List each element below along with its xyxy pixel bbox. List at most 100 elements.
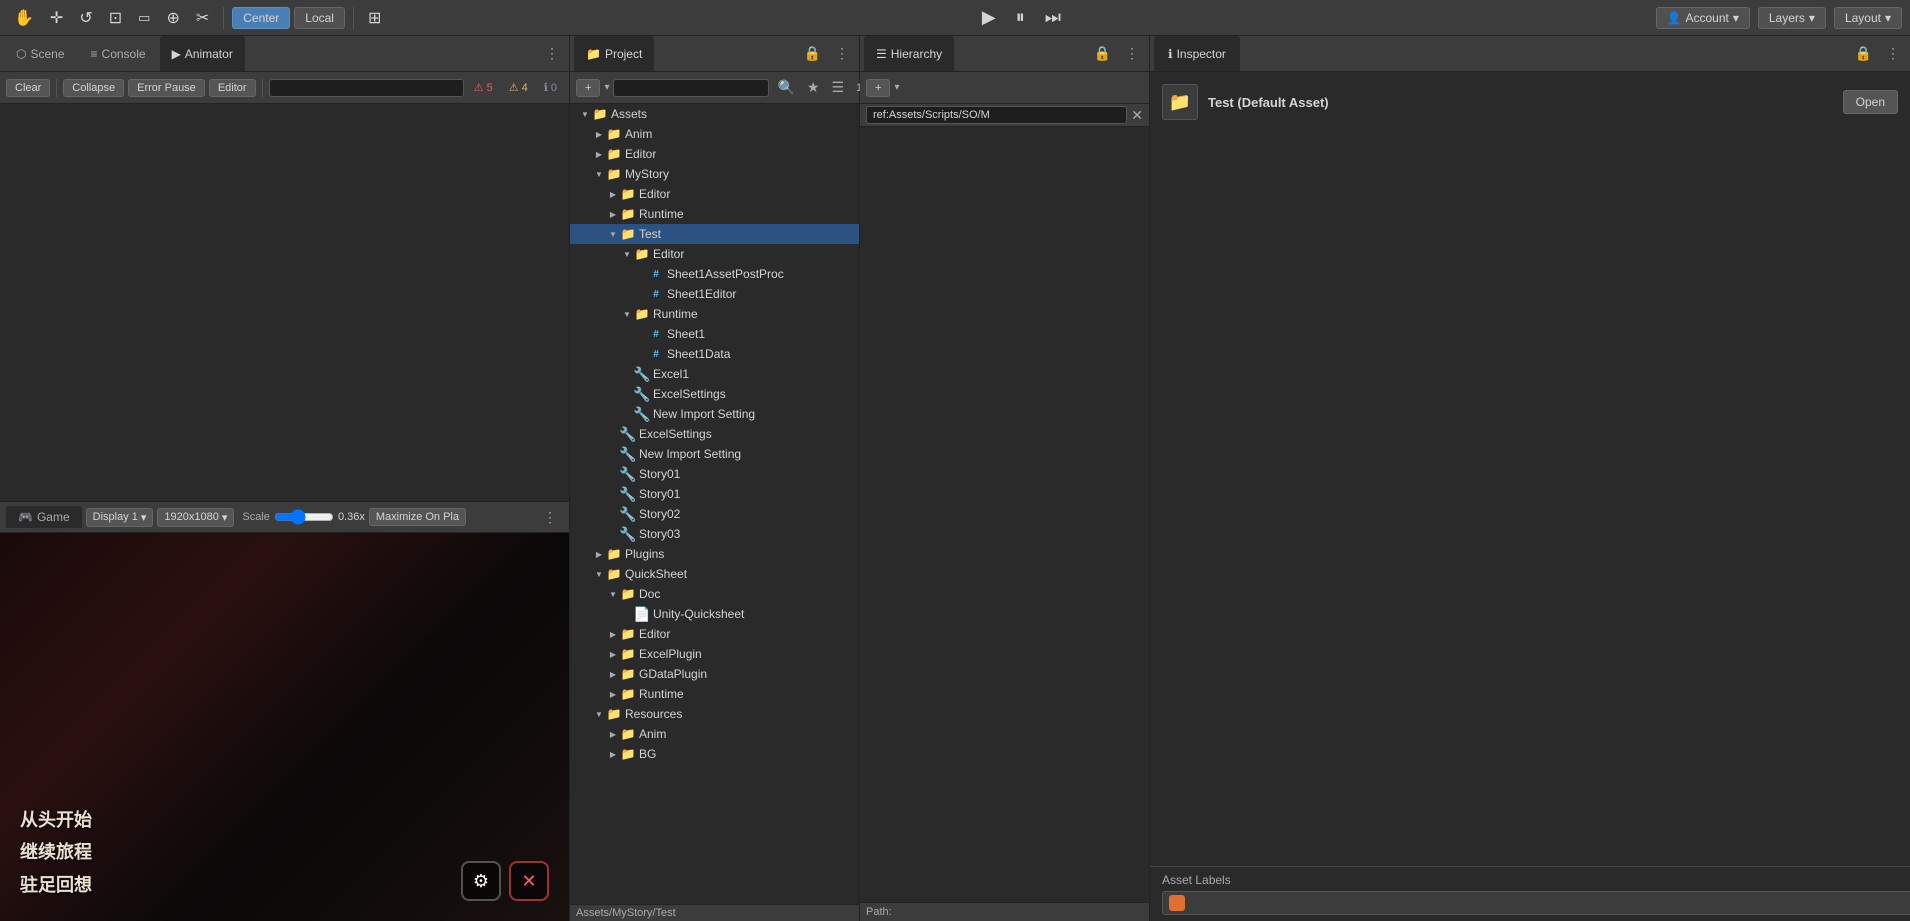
sheet1editor-label: Sheet1Editor xyxy=(667,287,736,301)
tree-item-qs-runtime[interactable]: ▶ 📁 Runtime xyxy=(570,684,859,704)
tree-item-assets[interactable]: ▼ 📁 Assets xyxy=(570,104,859,124)
add-asset-btn[interactable]: + xyxy=(576,79,600,97)
tree-item-excelplugin[interactable]: ▶ 📁 ExcelPlugin xyxy=(570,644,859,664)
display-dropdown[interactable]: Display 1 ▾ xyxy=(86,508,154,527)
inspector-info-icon: ℹ xyxy=(1168,47,1173,61)
info-count: 0 xyxy=(551,82,557,94)
assets-label: Assets xyxy=(611,107,647,121)
project-filter-btn[interactable]: ☰ xyxy=(827,77,848,98)
tree-item-test-editor[interactable]: ▼ 📁 Editor xyxy=(570,244,859,264)
grid-tool-btn[interactable]: ⊞ xyxy=(362,4,387,32)
pause-btn[interactable]: ⏸ xyxy=(1008,5,1033,30)
editor-btn[interactable]: Editor xyxy=(209,79,256,97)
tree-item-res-bg[interactable]: ▶ 📁 BG xyxy=(570,744,859,764)
inspector-lock-btn[interactable]: 🔒 xyxy=(1849,43,1878,64)
tree-item-sheet1data[interactable]: # Sheet1Data xyxy=(570,344,859,364)
tree-item-excelsettings2[interactable]: 🔧 ExcelSettings xyxy=(570,424,859,444)
tree-item-editor1[interactable]: ▶ 📁 Editor xyxy=(570,144,859,164)
tree-item-sheet1editor[interactable]: # Sheet1Editor xyxy=(570,284,859,304)
warn-badge[interactable]: ⚠ 4 xyxy=(503,79,534,96)
search-icon-btn[interactable]: 🔍 xyxy=(773,77,798,98)
custom-tool-btn[interactable]: ✂ xyxy=(190,4,215,32)
hierarchy-ref-close-btn[interactable]: ✕ xyxy=(1131,107,1143,124)
tree-item-gdataplugin[interactable]: ▶ 📁 GDataPlugin xyxy=(570,664,859,684)
assets-arrow: ▼ xyxy=(578,107,592,121)
tree-item-doc[interactable]: ▼ 📁 Doc xyxy=(570,584,859,604)
tree-item-sheet1assetpostproc[interactable]: # Sheet1AssetPostProc xyxy=(570,264,859,284)
close-icon-btn[interactable]: ✕ xyxy=(509,861,549,901)
console-toolbar: Clear Collapse Error Pause Editor ⚠ 5 ⚠ … xyxy=(0,72,569,104)
tree-item-excel1[interactable]: 🔧 Excel1 xyxy=(570,364,859,384)
tree-item-excelsettings1[interactable]: 🔧 ExcelSettings xyxy=(570,384,859,404)
hierarchy-tab[interactable]: ☰ Hierarchy xyxy=(864,36,954,71)
inspector-more-btn[interactable]: ⋮ xyxy=(1880,43,1906,64)
hierarchy-lock-btn[interactable]: 🔒 xyxy=(1088,43,1117,64)
game-tab[interactable]: 🎮 Game xyxy=(6,506,82,528)
rotate-tool-btn[interactable]: ↺ xyxy=(73,4,98,32)
move-tool-btn[interactable]: ✛ xyxy=(44,4,69,32)
tree-item-mystory-editor[interactable]: ▶ 📁 Editor xyxy=(570,184,859,204)
project-search-input[interactable] xyxy=(613,79,769,97)
project-more-btn[interactable]: ⋮ xyxy=(829,43,855,64)
tree-item-test[interactable]: ▼ 📁 Test xyxy=(570,224,859,244)
tree-item-plugins[interactable]: ▶ 📁 Plugins xyxy=(570,544,859,564)
scene-tab[interactable]: ⬡ Scene xyxy=(4,36,77,71)
clear-btn[interactable]: Clear xyxy=(6,79,50,97)
tree-item-story01a[interactable]: 🔧 Story01 xyxy=(570,464,859,484)
step-btn[interactable]: ⏭ xyxy=(1037,5,1069,30)
tree-item-story03[interactable]: 🔧 Story03 xyxy=(570,524,859,544)
top-menubar: ✋ ✛ ↺ ⊡ ▭ ⊕ ✂ Center Local ⊞ ▶ ⏸ ⏭ 👤 Acc… xyxy=(0,0,1910,36)
console-search[interactable] xyxy=(269,79,464,97)
tree-item-newimportsetting2[interactable]: 🔧 New Import Setting xyxy=(570,444,859,464)
info-badge[interactable]: ℹ 0 xyxy=(538,79,563,96)
rect-tool-btn[interactable]: ▭ xyxy=(132,6,156,30)
inspector-open-btn[interactable]: Open xyxy=(1843,90,1898,114)
inspector-tab-btn[interactable]: ℹ Inspector xyxy=(1154,36,1240,71)
layout-dropdown[interactable]: Layout ▾ xyxy=(1834,7,1902,29)
collapse-btn[interactable]: Collapse xyxy=(63,79,124,97)
excelsettings2-icon: 🔧 xyxy=(620,426,636,442)
project-tab[interactable]: 📁 Project xyxy=(574,36,654,71)
favorites-icon-btn[interactable]: ★ xyxy=(803,77,824,98)
tree-item-res-anim[interactable]: ▶ 📁 Anim xyxy=(570,724,859,744)
excel1-icon: 🔧 xyxy=(634,366,650,382)
scale-slider[interactable] xyxy=(274,509,334,525)
tree-item-test-runtime[interactable]: ▼ 📁 Runtime xyxy=(570,304,859,324)
error-pause-btn[interactable]: Error Pause xyxy=(128,79,205,97)
tree-item-mystory[interactable]: ▼ 📁 MyStory xyxy=(570,164,859,184)
account-dropdown[interactable]: 👤 Account ▾ xyxy=(1656,7,1750,29)
tree-item-quicksheet[interactable]: ▼ 📁 QuickSheet xyxy=(570,564,859,584)
tree-item-sheet1[interactable]: # Sheet1 xyxy=(570,324,859,344)
layers-dropdown[interactable]: Layers ▾ xyxy=(1758,7,1826,29)
tree-item-story02[interactable]: 🔧 Story02 xyxy=(570,504,859,524)
hierarchy-more-btn[interactable]: ⋮ xyxy=(1119,43,1145,64)
tree-item-resources[interactable]: ▼ 📁 Resources xyxy=(570,704,859,724)
tree-item-story01b[interactable]: 🔧 Story01 xyxy=(570,484,859,504)
center-toggle[interactable]: Center xyxy=(232,7,290,29)
tree-item-newimportsetting1[interactable]: 🔧 New Import Setting xyxy=(570,404,859,424)
transform-tool-btn[interactable]: ⊕ xyxy=(160,4,185,32)
resolution-dropdown[interactable]: 1920x1080 ▾ xyxy=(157,508,234,527)
hand-tool-btn[interactable]: ✋ xyxy=(8,4,40,32)
console-tab[interactable]: ≡ Console xyxy=(79,36,158,71)
animator-tab[interactable]: ▶ Animator xyxy=(160,36,245,71)
local-toggle[interactable]: Local xyxy=(294,7,345,29)
play-btn[interactable]: ▶ xyxy=(974,5,1004,30)
tree-item-anim[interactable]: ▶ 📁 Anim xyxy=(570,124,859,144)
project-status-bar: Assets/MyStory/Test xyxy=(570,904,859,921)
scene-tab-more[interactable]: ⋮ xyxy=(539,43,565,64)
tree-item-qs-editor[interactable]: ▶ 📁 Editor xyxy=(570,624,859,644)
path-label: Path: xyxy=(866,906,892,918)
project-lock-btn[interactable]: 🔒 xyxy=(798,43,827,64)
scale-tool-btn[interactable]: ⊡ xyxy=(103,4,128,32)
hierarchy-ref-input[interactable] xyxy=(866,106,1127,124)
animator-tab-label: Animator xyxy=(185,47,233,61)
error-badge[interactable]: ⚠ 5 xyxy=(468,79,499,96)
settings-icon-btn[interactable]: ⚙ xyxy=(461,861,501,901)
maximize-btn[interactable]: Maximize On Pla xyxy=(369,508,466,526)
hierarchy-add-btn[interactable]: + xyxy=(866,79,890,97)
tree-item-unity-quicksheet[interactable]: 📄 Unity-Quicksheet xyxy=(570,604,859,624)
gdataplugin-label: GDataPlugin xyxy=(639,667,707,681)
tree-item-mystory-runtime[interactable]: ▶ 📁 Runtime xyxy=(570,204,859,224)
game-more-btn[interactable]: ⋮ xyxy=(537,507,563,528)
